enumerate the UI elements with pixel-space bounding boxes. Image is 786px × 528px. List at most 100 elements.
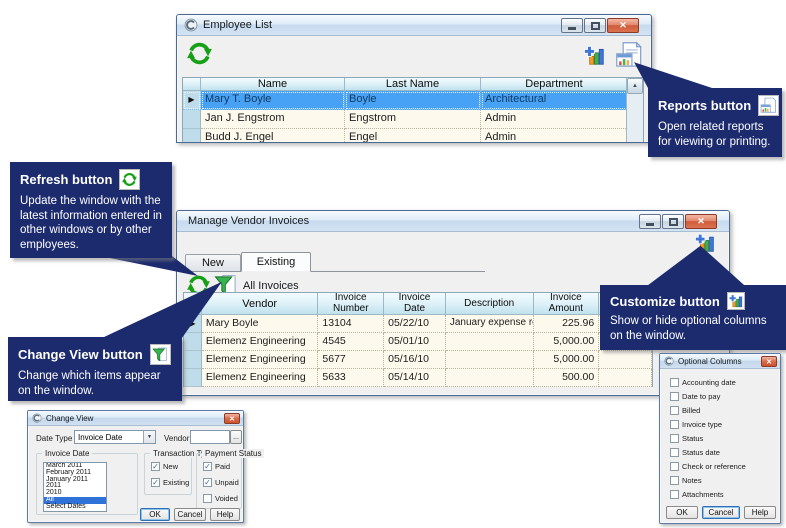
cell-invoice-date: 05/01/10 [384,333,446,351]
invoice-row[interactable]: Elemenz Engineering 4545 05/01/10 5,000.… [184,333,652,351]
tab-existing[interactable]: Existing [241,252,311,272]
cell-invoice-number: 13104 [318,315,384,333]
date-type-value: Invoice Date [75,433,143,442]
ok-button[interactable]: OK [666,506,698,519]
minimize-icon [646,223,654,226]
checkbox-invoice-type[interactable]: Invoice type [670,420,722,429]
employee-row[interactable]: Budd J. Engel Engel Admin [183,129,643,143]
callout-title: Customize button [610,294,720,309]
checkbox-label: Invoice type [682,420,722,429]
callout-title: Refresh button [20,172,112,187]
cell-description: January expense rep... [446,315,534,333]
checkbox-existing[interactable]: ✓ Existing [151,478,189,487]
column-header-name[interactable]: Name [201,78,345,91]
list-item[interactable]: Select Dates [44,504,106,511]
employee-table-header: Name Last Name Department [183,78,643,91]
checkbox-label: Check or reference [682,462,746,471]
help-button[interactable]: Help [744,506,776,519]
checkbox-accounting-date[interactable]: Accounting date [670,378,736,387]
invoice-row[interactable]: Elemenz Engineering 5677 05/16/10 5,000.… [184,351,652,369]
date-type-combobox[interactable]: Invoice Date ▼ [74,430,156,444]
checkbox-billed[interactable]: Billed [670,406,700,415]
customize-icon [584,45,605,66]
help-button[interactable]: Help [210,508,240,521]
checkbox-voided[interactable]: Voided [203,494,238,503]
employee-table: Name Last Name Department ▶ Mary T. Boyl… [182,77,644,143]
vendor-browse-button[interactable]: ... [230,430,242,444]
checkbox-unchecked-icon [203,494,212,503]
tab-new[interactable]: New [185,254,241,271]
window-title: Manage Vendor Invoices [184,215,309,227]
chevron-down-icon[interactable]: ▼ [143,431,155,443]
checkbox-unpaid[interactable]: ✓ Unpaid [203,478,239,487]
vertical-scrollbar[interactable]: ▲ [626,78,643,143]
cell-department: Admin [481,110,628,129]
minimize-button[interactable] [639,214,661,229]
maximize-button[interactable] [662,214,684,229]
checkbox-status[interactable]: Status [670,434,703,443]
checkbox-label: Notes [682,476,702,485]
row-selector-cell: ▶ [183,91,201,110]
column-header-last-name[interactable]: Last Name [345,78,481,91]
cell-invoice-date: 05/14/10 [384,369,446,387]
checkbox-paid[interactable]: ✓ Paid [203,462,230,471]
dialog-title: Change View [46,414,93,423]
ok-button[interactable]: OK [140,508,170,521]
cell-balance [599,369,652,387]
customize-button[interactable] [584,45,605,66]
column-header-invoice-amount[interactable]: Invoice Amount [534,293,600,315]
checkbox-unchecked-icon [670,406,679,415]
cell-description [446,351,534,369]
close-button[interactable]: ✕ [685,214,717,229]
checkbox-attachments[interactable]: Attachments [670,490,724,499]
checkbox-label: Billed [682,406,700,415]
vendor-input[interactable] [190,430,230,444]
column-header-vendor[interactable]: Vendor [202,293,319,315]
checkbox-date-to-pay[interactable]: Date to pay [670,392,720,401]
checkbox-label: Paid [215,462,230,471]
maximize-button[interactable] [584,18,606,33]
column-header-invoice-number[interactable]: Invoice Number [318,293,384,315]
employee-row[interactable]: Jan J. Engstrom Engstrom Admin [183,110,643,129]
close-button[interactable]: ✕ [761,356,777,367]
callout-title-row: Reports button [658,95,772,116]
cancel-button[interactable]: Cancel [702,506,740,519]
cell-last-name: Boyle [345,91,481,110]
change-view-dialog-titlebar[interactable]: Change View [28,411,243,426]
scroll-up-button[interactable]: ▲ [627,78,643,94]
change-view-dialog: Change View ✕ Date Type Invoice Date ▼ V… [27,410,244,523]
row-selector-cell [184,351,202,369]
invoice-row[interactable]: Elemenz Engineering 5633 05/14/10 500.00 [184,369,652,387]
cancel-button[interactable]: Cancel [174,508,206,521]
minimize-icon [568,27,576,30]
invoice-row[interactable]: ▶ Mary Boyle 13104 05/22/10 January expe… [184,315,652,333]
cell-invoice-number: 4545 [318,333,384,351]
close-button[interactable]: ✕ [224,413,240,424]
checkbox-status-date[interactable]: Status date [670,448,720,457]
cell-description [446,369,534,387]
column-header-description[interactable]: Description [446,293,534,315]
callout-title: Reports button [658,98,751,113]
checkbox-unchecked-icon [670,476,679,485]
refresh-button[interactable] [187,41,212,66]
checkbox-notes[interactable]: Notes [670,476,702,485]
cell-balance [599,351,652,369]
checkbox-check-or-reference[interactable]: Check or reference [670,462,746,471]
employee-row-selected[interactable]: ▶ Mary T. Boyle Boyle Architectural [183,91,643,110]
cell-name: Mary T. Boyle [201,91,345,110]
checkbox-label: New [163,462,178,471]
checkbox-new[interactable]: ✓ New [151,462,178,471]
close-button[interactable]: ✕ [607,18,639,33]
checkbox-label: Accounting date [682,378,736,387]
column-header-invoice-date[interactable]: Invoice Date [384,293,446,315]
callout-title-row: Customize button [610,292,776,310]
checkbox-unchecked-icon [670,392,679,401]
payment-status-group: Payment Status ✓ Paid ✓ Unpaid Voided [196,453,242,509]
optional-columns-dialog: Optional Columns ✕ Accounting date Date … [659,353,781,524]
invoice-date-listbox[interactable]: March 2011 February 2011 January 2011 20… [43,462,107,512]
column-header-department[interactable]: Department [481,78,628,91]
cell-department: Architectural [481,91,628,110]
current-row-arrow-icon: ▶ [188,96,194,104]
cell-last-name: Engel [345,129,481,143]
minimize-button[interactable] [561,18,583,33]
